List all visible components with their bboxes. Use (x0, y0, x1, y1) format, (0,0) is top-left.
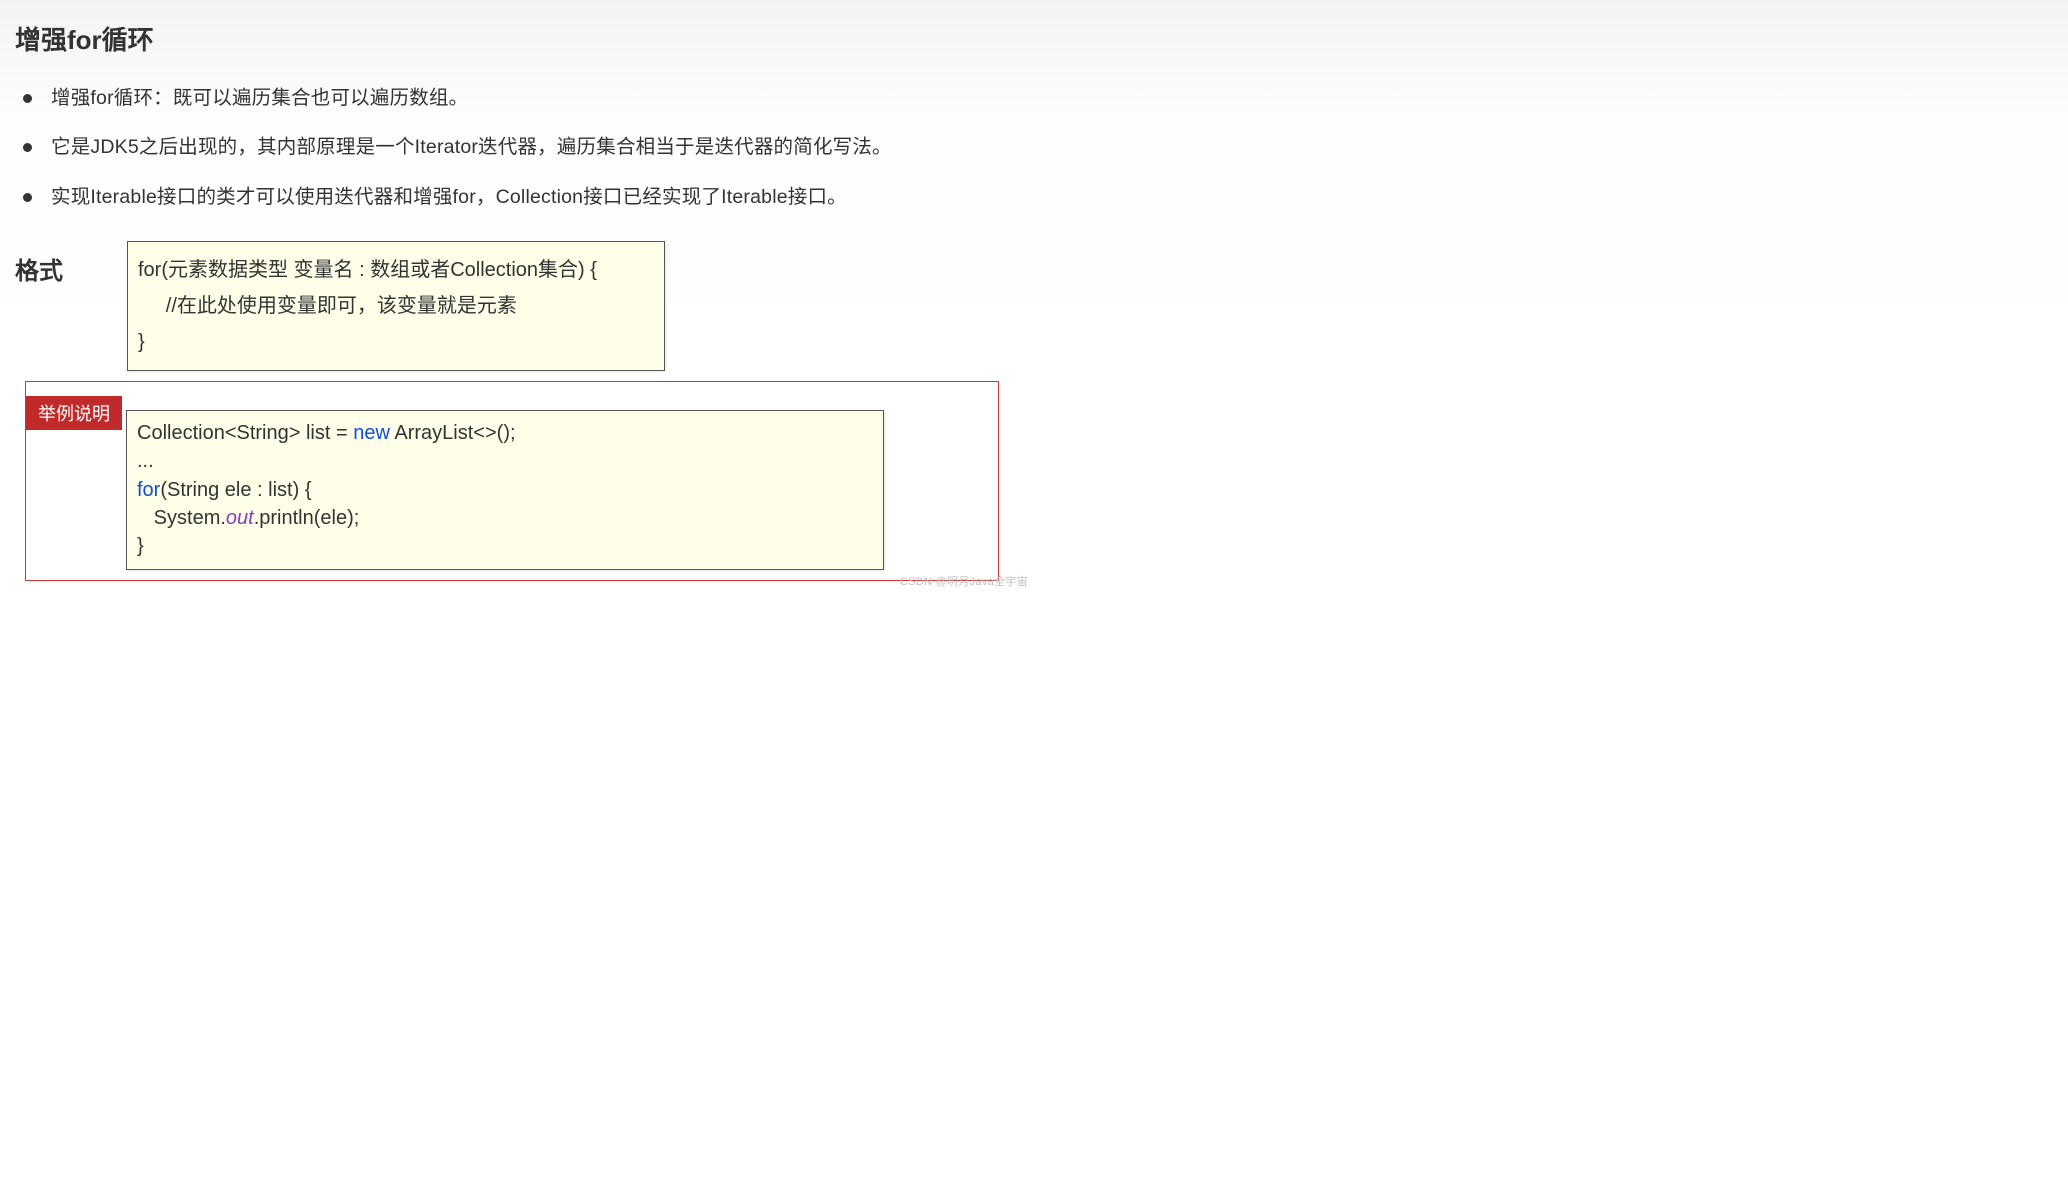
code-line: //在此处使用变量即可，该变量就是元素 (138, 295, 517, 317)
example-code-box: Collection<String> list = new ArrayList<… (126, 410, 884, 570)
format-label: 格式 (15, 251, 127, 286)
code-text: } (137, 535, 144, 557)
slide: 增强for循环 增强for循环：既可以遍历集合也可以遍历数组。 它是JDK5之后… (0, 0, 1034, 591)
bullet-list: 增强for循环：既可以遍历集合也可以遍历数组。 它是JDK5之后出现的，其内部原… (23, 85, 1019, 211)
code-line: } (138, 331, 145, 353)
watermark: CSDN @明月Java全宇宙 (900, 573, 1028, 589)
bullet-item: 增强for循环：既可以遍历集合也可以遍历数组。 (23, 85, 1019, 112)
code-text: (String ele : list) { (160, 479, 311, 501)
code-line: for(元素数据类型 变量名 : 数组或者Collection集合) { (138, 259, 597, 281)
code-text: Collection<String> list = (137, 422, 353, 444)
format-section: 格式 for(元素数据类型 变量名 : 数组或者Collection集合) { … (15, 241, 1019, 371)
code-text: .println(ele); (254, 507, 360, 529)
keyword-new: new (353, 422, 390, 444)
example-section: 举例说明 Collection<String> list = new Array… (25, 381, 999, 581)
bullet-item: 它是JDK5之后出现的，其内部原理是一个Iterator迭代器，遍历集合相当于是… (23, 134, 1019, 161)
code-text: System. (137, 507, 226, 529)
example-badge: 举例说明 (26, 396, 122, 430)
bullet-item: 实现Iterable接口的类才可以使用迭代器和增强for，Collection接… (23, 184, 1019, 211)
format-code-box: for(元素数据类型 变量名 : 数组或者Collection集合) { //在… (127, 241, 665, 371)
keyword-out: out (226, 507, 254, 529)
code-text: ... (137, 450, 154, 472)
keyword-for: for (137, 479, 160, 501)
page-title: 增强for循环 (15, 20, 1019, 57)
code-text: ArrayList<>(); (390, 422, 516, 444)
